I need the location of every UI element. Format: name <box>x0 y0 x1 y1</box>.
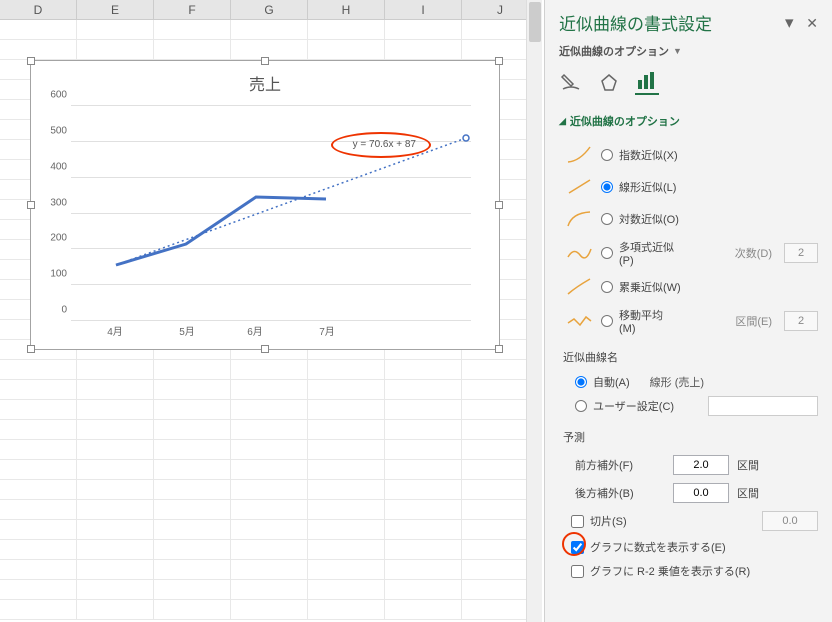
polynomial-label: 多項式近似(P) <box>619 239 675 267</box>
resize-handle[interactable] <box>27 201 35 209</box>
backward-input[interactable] <box>673 483 729 503</box>
auto-name-label: 自動(A) <box>593 374 630 390</box>
linear-label: 線形近似(L) <box>619 179 676 195</box>
forecast-section: 予測 <box>563 429 818 445</box>
intercept-input <box>762 511 818 531</box>
exponential-radio[interactable] <box>601 149 613 161</box>
x-axis[interactable]: 4月 5月 6月 7月 <box>71 323 471 343</box>
col-header[interactable]: H <box>308 0 385 19</box>
logarithmic-radio[interactable] <box>601 213 613 225</box>
y-tick: 200 <box>50 233 67 244</box>
resize-handle[interactable] <box>495 201 503 209</box>
forward-label: 前方補外(F) <box>575 457 665 473</box>
power-label: 累乗近似(W) <box>619 279 681 295</box>
x-tick: 6月 <box>247 323 263 338</box>
y-axis[interactable]: 0 100 200 300 400 500 600 <box>41 106 69 321</box>
col-header[interactable]: D <box>0 0 77 19</box>
col-header[interactable]: E <box>77 0 154 19</box>
x-tick: 5月 <box>179 323 195 338</box>
annotation-circle <box>562 532 586 556</box>
moving-average-period-input <box>784 311 818 331</box>
resize-handle[interactable] <box>27 57 35 65</box>
exponential-icon <box>565 143 595 167</box>
vertical-scrollbar[interactable] <box>526 0 542 622</box>
pane-menu-icon[interactable]: ▾ <box>785 13 794 32</box>
custom-name-radio[interactable] <box>575 400 587 412</box>
intercept-checkbox[interactable] <box>571 515 584 528</box>
trendline-name-section: 近似曲線名 <box>563 349 818 365</box>
show-r2-label: グラフに R-2 乗値を表示する(R) <box>590 563 750 579</box>
polynomial-radio[interactable] <box>601 247 613 259</box>
moving-average-radio[interactable] <box>601 315 613 327</box>
show-r2-checkbox[interactable] <box>571 565 584 578</box>
y-tick: 400 <box>50 161 67 172</box>
format-trendline-pane: 近似曲線の書式設定 ▾ ✕ 近似曲線のオプション ▼ ◢ 近似曲線のオプション … <box>544 0 832 622</box>
y-tick: 0 <box>61 305 67 316</box>
col-header[interactable]: F <box>154 0 231 19</box>
x-tick: 4月 <box>107 323 123 338</box>
moving-average-label: 移動平均(M) <box>619 307 675 335</box>
chart-object[interactable]: 売上 0 100 200 300 400 500 600 <box>30 60 500 350</box>
y-tick: 100 <box>50 269 67 280</box>
show-equation-label: グラフに数式を表示する(E) <box>590 539 726 555</box>
annotation-oval <box>331 132 431 158</box>
linear-radio[interactable] <box>601 181 613 193</box>
intercept-label: 切片(S) <box>590 513 627 529</box>
close-icon[interactable]: ✕ <box>806 15 818 31</box>
data-series[interactable] <box>116 197 326 265</box>
column-headers: D E F G H I J <box>0 0 540 20</box>
chart-title[interactable]: 売上 <box>31 61 499 95</box>
custom-name-label: ユーザー設定(C) <box>593 398 674 414</box>
linear-icon <box>565 175 595 199</box>
section-trendline-options[interactable]: ◢ 近似曲線のオプション <box>559 113 818 129</box>
logarithmic-label: 対数近似(O) <box>619 211 679 227</box>
power-radio[interactable] <box>601 281 613 293</box>
section-label: 近似曲線のオプション <box>570 113 680 129</box>
logarithmic-icon <box>565 207 595 231</box>
resize-handle[interactable] <box>495 57 503 65</box>
x-tick: 7月 <box>319 323 335 338</box>
resize-handle[interactable] <box>27 345 35 353</box>
worksheet[interactable]: D E F G H I J <box>0 0 540 622</box>
trendline[interactable] <box>116 138 466 265</box>
y-tick: 600 <box>50 90 67 101</box>
trendline-end-marker <box>463 135 469 141</box>
power-icon <box>565 275 595 299</box>
polynomial-order-input <box>784 243 818 263</box>
exponential-label: 指数近似(X) <box>619 147 678 163</box>
scroll-thumb[interactable] <box>529 2 541 42</box>
pane-subtitle-label: 近似曲線のオプション <box>559 43 669 59</box>
y-tick: 500 <box>50 125 67 136</box>
forward-unit: 区間 <box>737 457 759 473</box>
resize-handle[interactable] <box>261 345 269 353</box>
col-header[interactable]: G <box>231 0 308 19</box>
resize-handle[interactable] <box>495 345 503 353</box>
custom-name-input[interactable] <box>708 396 818 416</box>
auto-name-value: 線形 (売上) <box>650 374 704 390</box>
moving-average-icon <box>565 309 595 333</box>
plot-area[interactable]: 0 100 200 300 400 500 600 4月 5月 6月 <box>71 106 471 321</box>
forward-input[interactable] <box>673 455 729 475</box>
polynomial-order-label: 次数(D) <box>735 245 772 261</box>
auto-name-radio[interactable] <box>575 376 587 388</box>
resize-handle[interactable] <box>261 57 269 65</box>
pane-subtitle-dropdown[interactable]: 近似曲線のオプション ▼ <box>559 43 818 59</box>
backward-label: 後方補外(B) <box>575 485 665 501</box>
fill-line-icon[interactable] <box>559 71 583 95</box>
col-header[interactable]: I <box>385 0 462 19</box>
y-tick: 300 <box>50 197 67 208</box>
polynomial-icon <box>565 241 595 265</box>
effects-icon[interactable] <box>597 71 621 95</box>
moving-average-period-label: 区間(E) <box>735 313 772 329</box>
backward-unit: 区間 <box>737 485 759 501</box>
pane-title: 近似曲線の書式設定 <box>559 10 712 35</box>
trendline-options-icon[interactable] <box>635 71 659 95</box>
